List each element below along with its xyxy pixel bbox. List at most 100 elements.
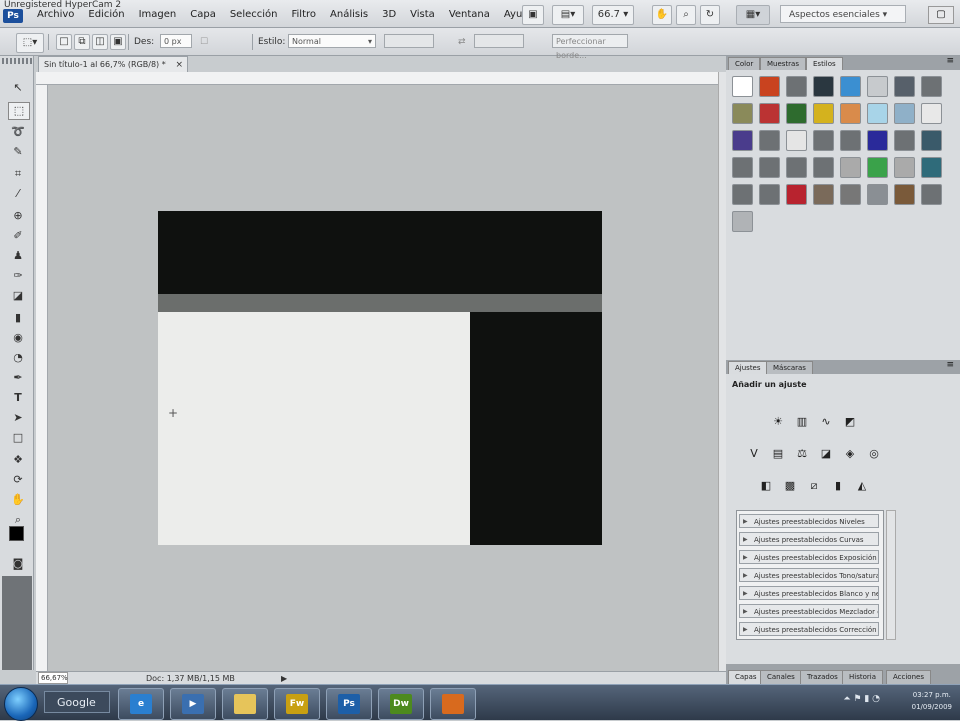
style-swatch[interactable] [921,76,942,97]
posterize-icon[interactable]: ▩ [782,478,798,494]
style-swatch[interactable] [894,157,915,178]
bridge-icon[interactable]: ▣ [522,5,544,25]
style-swatch[interactable] [786,76,807,97]
menu-seleccion[interactable]: Selección [223,9,285,20]
history-brush-tool-icon[interactable]: ✑ [8,268,28,284]
menu-3d[interactable]: 3D [375,9,403,20]
style-swatch[interactable] [921,184,942,205]
tab-adjustments[interactable]: Ajustes [728,361,768,375]
gradient-tool-icon[interactable]: ▮ [8,310,28,326]
feather-input[interactable]: 0 px [160,34,192,48]
3d-rotate-tool-icon[interactable]: ❖ [8,452,28,468]
type-tool-icon[interactable]: T [8,390,28,406]
rotate-view-icon[interactable]: ↻ [700,5,720,25]
panel-grip[interactable] [2,58,32,64]
style-swatch[interactable] [921,157,942,178]
style-swatch[interactable] [840,157,861,178]
threshold-icon[interactable]: ⧄ [806,478,822,494]
menu-capa[interactable]: Capa [183,9,223,20]
style-swatch[interactable] [894,184,915,205]
style-swatch[interactable] [786,157,807,178]
brush-tool-icon[interactable]: ✐ [8,228,28,244]
style-swatch[interactable] [840,103,861,124]
marquee-tool-icon[interactable]: ⬚ [8,102,30,120]
style-swatch[interactable] [813,76,834,97]
search-input[interactable]: Google [44,691,110,713]
canvas[interactable] [158,211,602,545]
tab-trazados[interactable]: Trazados [800,670,845,684]
lasso-tool-icon[interactable]: ➰ [8,124,28,140]
view-extras-icon[interactable]: ▤▾ [552,5,584,25]
photo-filter-icon[interactable]: ◈ [842,446,858,462]
tab-color[interactable]: Color [728,57,761,71]
presets-scrollbar[interactable] [886,510,896,640]
panel-menu-icon[interactable]: ≡ [946,360,954,370]
tab-acciones[interactable]: Acciones [886,670,931,684]
healing-brush-tool-icon[interactable]: ⊕ [8,208,28,224]
style-swatch[interactable] [732,184,753,205]
dodge-tool-icon[interactable]: ◔ [8,350,28,366]
style-swatch[interactable] [786,103,807,124]
document-scrollbar[interactable] [718,72,726,671]
style-swatch[interactable] [813,103,834,124]
style-swatch[interactable] [840,184,861,205]
hand-icon[interactable]: ✋ [652,5,672,25]
clock[interactable]: 03:27 p.m. 01/09/2009 [912,689,952,713]
preset-item[interactable]: Ajustes preestablecidos Curvas [739,532,879,546]
swap-dimensions-icon[interactable]: ⇄ [458,34,466,50]
new-selection-icon[interactable]: □ [56,34,72,50]
menu-edicion[interactable]: Edición [81,9,131,20]
style-swatch[interactable] [867,157,888,178]
style-swatch[interactable] [894,103,915,124]
invert-icon[interactable]: ◧ [758,478,774,494]
tool-preset-icon[interactable]: ⬚▾ [16,33,44,53]
foreground-color-swatch[interactable] [9,526,24,541]
style-swatch[interactable] [759,103,780,124]
pen-tool-icon[interactable]: ✒ [8,370,28,386]
blur-tool-icon[interactable]: ◉ [8,330,28,346]
brightness-contrast-icon[interactable]: ☀ [770,414,786,430]
hand-tool-icon[interactable]: ✋ [8,492,28,508]
3d-orbit-tool-icon[interactable]: ⟳ [8,472,28,488]
height-input[interactable] [474,34,524,48]
path-selection-tool-icon[interactable]: ➤ [8,410,28,426]
style-select[interactable]: Normal ▾ [288,34,376,48]
shape-tool-icon[interactable]: □ [8,430,28,446]
style-swatch[interactable] [759,76,780,97]
channel-mixer-icon[interactable]: ◎ [866,446,882,462]
style-swatch[interactable] [867,130,888,151]
taskbar-folder[interactable] [222,688,268,720]
taskbar-fireworks[interactable]: Fw [274,688,320,720]
zoom-status-input[interactable]: 66,67% [38,672,68,684]
style-swatch[interactable] [840,76,861,97]
style-swatch[interactable] [732,157,753,178]
zoom-icon[interactable]: ⌕ [676,5,696,25]
taskbar-firefox[interactable] [430,688,476,720]
style-swatch[interactable] [759,184,780,205]
style-swatch[interactable] [732,103,753,124]
style-swatch[interactable] [759,157,780,178]
taskbar-dreamweaver[interactable]: Dw [378,688,424,720]
preset-item[interactable]: Ajustes preestablecidos Tono/saturación [739,568,879,582]
style-swatch[interactable] [894,76,915,97]
menu-archivo[interactable]: Archivo [30,9,81,20]
curves-icon[interactable]: ∿ [818,414,834,430]
style-swatch[interactable] [786,184,807,205]
preset-item[interactable]: Ajustes preestablecidos Exposición [739,550,879,564]
eyedropper-tool-icon[interactable]: ⁄ [8,186,28,202]
menu-imagen[interactable]: Imagen [132,9,184,20]
tab-styles[interactable]: Estilos [806,57,843,71]
style-swatch[interactable] [786,130,807,151]
tab-historia[interactable]: Historia [842,670,883,684]
selective-color-icon[interactable]: ◭ [854,478,870,494]
add-selection-icon[interactable]: ⧉ [74,34,90,50]
style-swatch[interactable] [813,184,834,205]
hue-saturation-icon[interactable]: ▤ [770,446,786,462]
menu-vista[interactable]: Vista [403,9,442,20]
start-button[interactable] [4,687,38,721]
quick-selection-tool-icon[interactable]: ✎ [8,144,28,160]
style-swatch[interactable] [867,103,888,124]
close-icon[interactable]: × [175,57,183,72]
tab-canales[interactable]: Canales [760,670,802,684]
preset-item[interactable]: Ajustes preestablecidos Blanco y negro [739,586,879,600]
